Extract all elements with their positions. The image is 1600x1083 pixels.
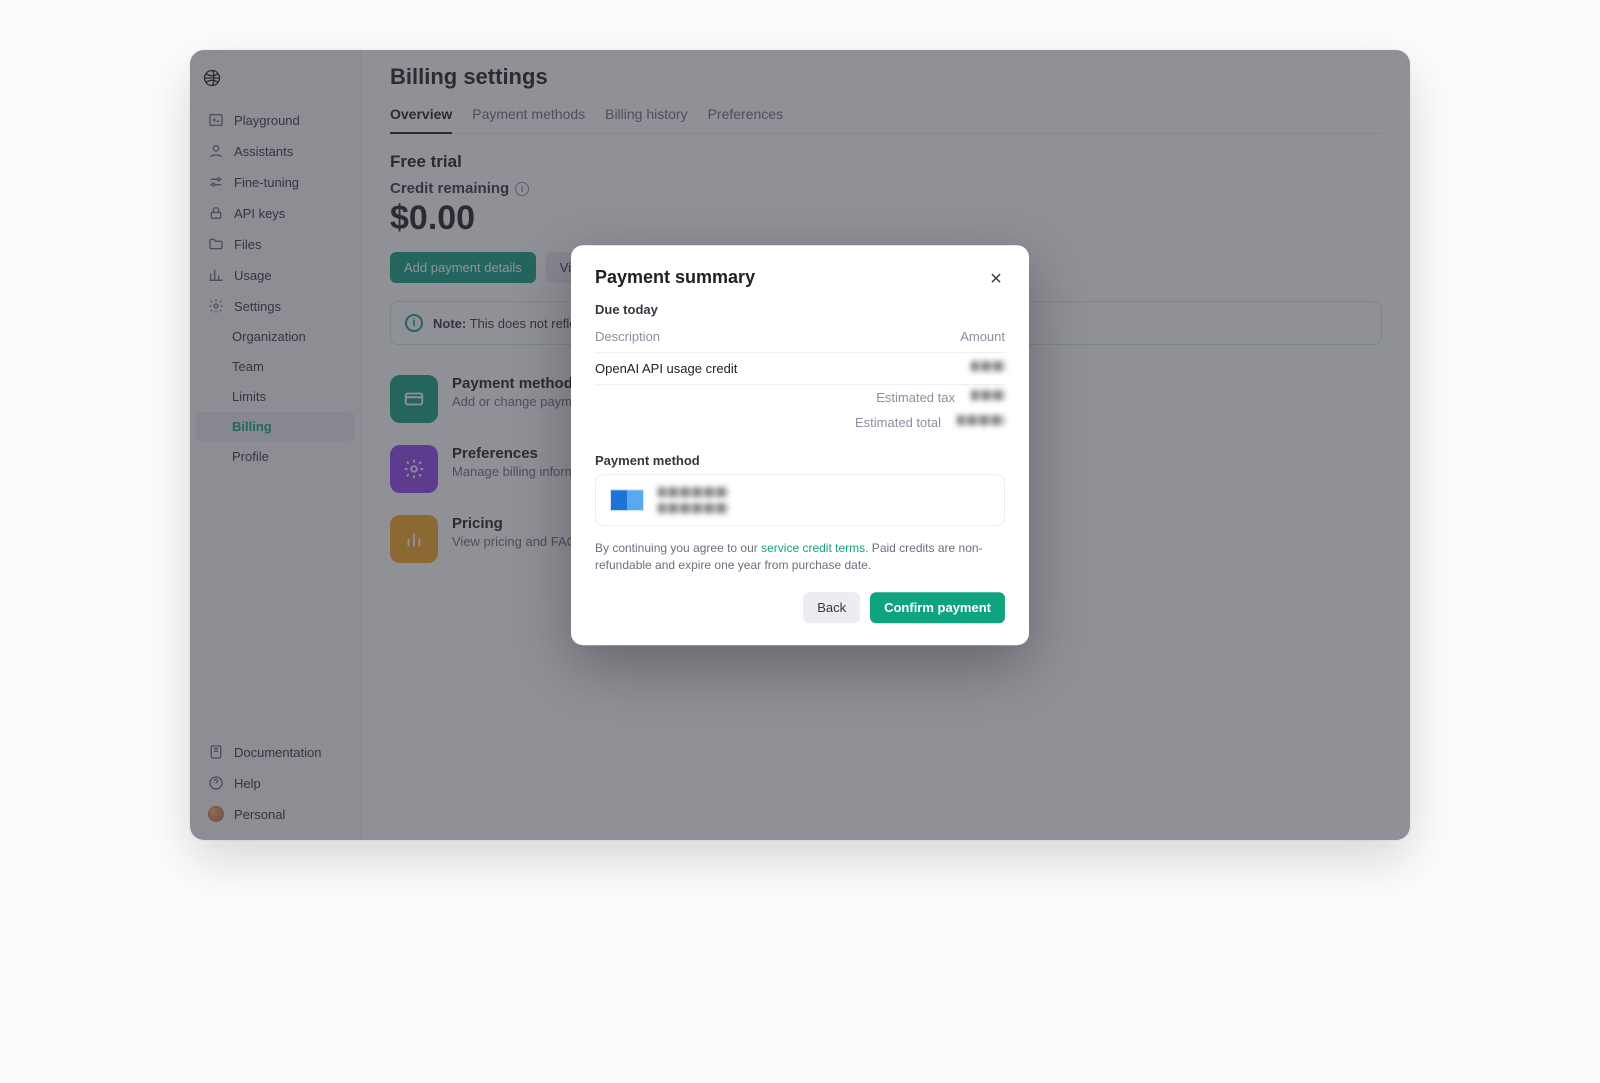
- line-item-description: OpenAI API usage credit: [595, 361, 737, 376]
- payment-summary-modal: Payment summary Due today Description Am…: [571, 245, 1029, 645]
- line-item-amount-redacted: [971, 361, 1005, 371]
- col-description: Description: [595, 329, 660, 344]
- modal-title: Payment summary: [595, 267, 755, 288]
- due-today-heading: Due today: [595, 302, 1005, 317]
- confirm-payment-button[interactable]: Confirm payment: [870, 592, 1005, 623]
- col-amount: Amount: [960, 329, 1005, 344]
- summary-table: Description Amount OpenAI API usage cred…: [595, 321, 1005, 435]
- close-button[interactable]: [987, 269, 1005, 287]
- card-expiry-redacted: [658, 503, 728, 513]
- card-brand-icon: [610, 489, 644, 511]
- card-number-redacted: [658, 487, 728, 497]
- back-button[interactable]: Back: [803, 592, 860, 623]
- app-window: Playground Assistants Fine-tuning API ke…: [190, 50, 1410, 840]
- estimated-total-label: Estimated total: [855, 415, 941, 430]
- fineprint-pre: By continuing you agree to our: [595, 541, 761, 555]
- service-credit-terms-link[interactable]: service credit terms: [761, 541, 865, 555]
- estimated-total-amount-redacted: [957, 415, 1005, 425]
- estimated-tax-amount-redacted: [971, 390, 1005, 400]
- payment-method-heading: Payment method: [595, 453, 1005, 468]
- estimated-tax-label: Estimated tax: [876, 390, 955, 405]
- close-icon: [989, 271, 1003, 285]
- payment-method-card[interactable]: [595, 474, 1005, 526]
- terms-fineprint: By continuing you agree to our service c…: [595, 540, 1005, 574]
